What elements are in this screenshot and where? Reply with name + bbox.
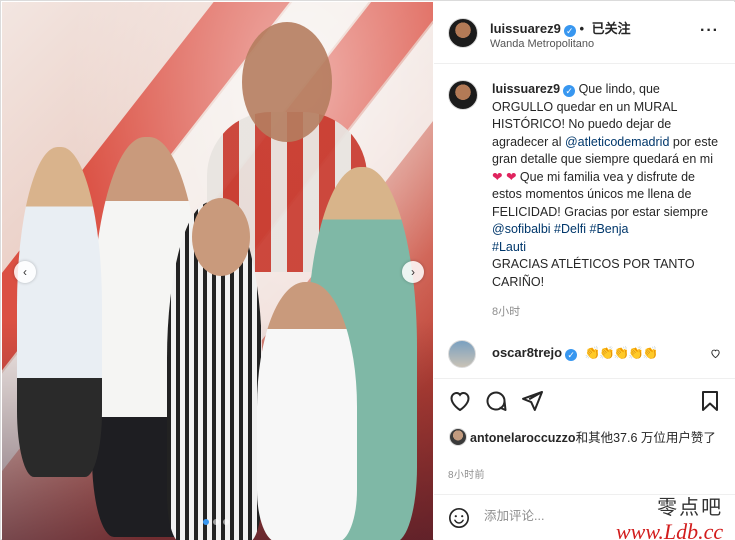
bookmark-icon[interactable] — [698, 389, 722, 418]
caption-hashtag[interactable]: #Lauti — [492, 240, 526, 254]
more-options-icon[interactable]: ··· — [700, 22, 719, 40]
chevron-left-icon: ‹ — [23, 265, 27, 279]
previous-photo-button[interactable]: ‹ — [14, 261, 36, 283]
comments-section[interactable]: luissuarez9 ✓ Que lindo, que ORGULLO qued… — [434, 65, 735, 378]
photo-person-girl-head — [192, 198, 250, 276]
post-frame: ‹ › luissuarez9 ✓ • 已关注 Wanda Metropolita… — [0, 0, 735, 540]
author-username[interactable]: luissuarez9 ✓ • 已关注 — [490, 18, 631, 37]
caption-hashtag[interactable]: #Delfi — [554, 222, 586, 236]
carousel-dot — [213, 519, 219, 525]
site-watermark: 零点吧 www.Ldb.cc — [616, 491, 723, 540]
post-timestamp[interactable]: 8小时前 — [448, 466, 485, 481]
comment-icon[interactable] — [484, 389, 508, 418]
caption-mention[interactable]: @atleticodemadrid — [565, 135, 669, 149]
liker-username[interactable]: antonelaroccuzzo — [470, 431, 576, 445]
likes-count-text[interactable]: 和其他37.6 万位用户赞了 — [576, 431, 716, 445]
post-photo[interactable]: ‹ › — [2, 2, 433, 540]
carousel-indicator — [203, 519, 229, 525]
watermark-title: 零点吧 — [657, 495, 724, 519]
photo-person-child — [17, 147, 102, 477]
verified-badge-icon: ✓ — [565, 349, 578, 361]
paper-plane-icon[interactable] — [520, 389, 544, 418]
author-avatar[interactable] — [448, 18, 478, 48]
post-header: luissuarez9 ✓ • 已关注 Wanda Metropolitano ·… — [434, 2, 735, 64]
mural-figure-face — [242, 22, 332, 142]
dot-separator: • — [579, 21, 585, 36]
smiley-icon[interactable] — [448, 507, 470, 534]
author-username-text[interactable]: luissuarez9 — [490, 21, 561, 36]
next-photo-button[interactable]: › — [402, 261, 424, 283]
chevron-right-icon: › — [411, 265, 415, 279]
heart-icon[interactable] — [448, 389, 472, 418]
heart-emoji-icon: ❤ ❤ — [492, 169, 517, 184]
carousel-dot — [203, 519, 209, 525]
post-side-panel: luissuarez9 ✓ • 已关注 Wanda Metropolitano ·… — [434, 2, 735, 540]
carousel-dot — [223, 519, 229, 525]
comment: oscar8trejo ✓ 👏👏👏👏👏 — [492, 345, 659, 361]
photo-person-boy — [257, 282, 357, 540]
verified-badge-icon: ✓ — [563, 85, 576, 97]
likes-summary[interactable]: antonelaroccuzzo和其他37.6 万位用户赞了 — [448, 430, 728, 447]
caption-text: Que mi familia vea y disfrute de estos m… — [492, 169, 709, 219]
watermark-site: www.Ldb.cc — [616, 519, 724, 540]
verified-badge-icon: ✓ — [563, 25, 576, 37]
comment-like-heart-icon[interactable] — [710, 348, 721, 362]
caption-mention[interactable]: @sofibalbi — [492, 222, 551, 236]
caption-timestamp[interactable]: 8小时 — [492, 303, 520, 319]
post-caption: luissuarez9 ✓ Que lindo, que ORGULLO qued… — [492, 81, 724, 291]
comment-username[interactable]: oscar8trejo — [492, 345, 562, 360]
caption-author-avatar[interactable] — [448, 80, 478, 110]
caption-hashtag[interactable]: #Benja — [590, 222, 629, 236]
commenter-avatar[interactable] — [448, 340, 476, 368]
comment-text: 👏👏👏👏👏 — [584, 346, 659, 360]
post-location[interactable]: Wanda Metropolitano — [490, 38, 594, 50]
caption-text: GRACIAS ATLÉTICOS POR TANTO CARIÑO! — [492, 257, 695, 289]
following-button[interactable]: 已关注 — [592, 21, 631, 36]
caption-username[interactable]: luissuarez9 — [492, 82, 560, 96]
post-actions — [434, 378, 735, 424]
